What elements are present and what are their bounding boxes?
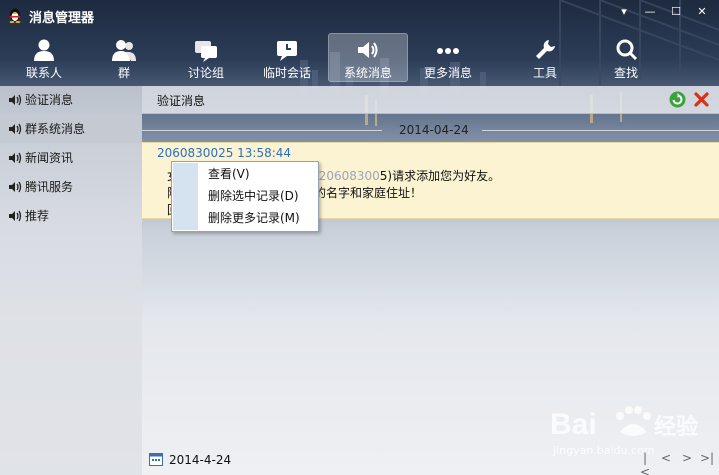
separator-line <box>482 130 719 131</box>
tab-discussion[interactable]: 讨论组 <box>166 33 246 82</box>
date-separator: 2014-04-24 <box>142 123 719 137</box>
toolbar: 联系人 群 讨论组 临时会话 系统消息 更多消息 工具 查找 <box>0 30 719 85</box>
prev-page-button[interactable]: < <box>659 451 673 467</box>
speaker-icon <box>9 181 22 193</box>
tab-more-messages-label: 更多消息 <box>423 66 472 80</box>
sidebar-item-group-system[interactable]: 群系统消息 <box>0 115 142 143</box>
sidebar-item-label: 推荐 <box>25 209 50 223</box>
maximize-button[interactable]: ☐ <box>667 4 685 20</box>
last-page-button[interactable]: >| <box>700 451 714 467</box>
minimize-button[interactable]: — <box>641 4 659 20</box>
tab-contacts[interactable]: 联系人 <box>4 33 84 82</box>
sidebar-item-news[interactable]: 新闻资讯 <box>0 144 142 172</box>
sidebar-item-label: 验证消息 <box>25 93 74 107</box>
sidebar-item-label: 腾讯服务 <box>25 180 74 194</box>
message-manager-window: 消息管理器 ▾ — ☐ ✕ 联系人 群 讨论组 临时会话 系统消息 更多消息 工… <box>0 0 719 475</box>
discussion-icon <box>195 41 217 62</box>
message-header: 2060830025 13:58:44 <box>157 146 292 160</box>
separator-line <box>142 130 382 131</box>
sidebar-item-recommend[interactable]: 推荐 <box>0 202 142 230</box>
wrench-icon <box>536 40 555 59</box>
tab-search[interactable]: 查找 <box>586 33 666 82</box>
refresh-icon[interactable] <box>669 91 686 108</box>
panel-title: 验证消息 <box>157 94 206 108</box>
tab-group[interactable]: 群 <box>84 33 164 82</box>
temp-chat-icon <box>277 41 297 61</box>
sidebar: 验证消息 群系统消息 新闻资讯 腾讯服务 推荐 <box>0 86 142 475</box>
delete-icon[interactable] <box>693 91 710 108</box>
first-page-button[interactable]: |< <box>638 451 652 475</box>
tab-temp-chat[interactable]: 临时会话 <box>247 33 327 82</box>
menu-dropdown-button[interactable]: ▾ <box>615 4 633 20</box>
tab-system-messages-label: 系统消息 <box>343 66 392 80</box>
tab-search-label: 查找 <box>613 66 638 80</box>
calendar-icon[interactable] <box>149 452 163 466</box>
speaker-icon <box>358 42 378 58</box>
sidebar-item-label: 新闻资讯 <box>25 151 74 165</box>
panel-header: 验证消息 <box>142 86 719 114</box>
tab-contacts-label: 联系人 <box>25 66 62 80</box>
tab-group-label: 群 <box>117 66 130 80</box>
window-title: 消息管理器 <box>29 11 95 26</box>
magnifier-icon <box>616 39 638 61</box>
tab-tools[interactable]: 工具 <box>505 33 585 82</box>
menu-item-view[interactable]: 查看(V) <box>208 164 316 184</box>
speaker-icon <box>9 123 22 135</box>
more-icon <box>437 48 459 54</box>
close-button[interactable]: ✕ <box>693 4 711 20</box>
date-separator-text: 2014-04-24 <box>399 123 469 137</box>
svg-text:Bai: Bai <box>550 408 597 441</box>
sidebar-item-tencent-service[interactable]: 腾讯服务 <box>0 173 142 201</box>
contacts-icon <box>34 39 54 61</box>
svg-text:经验: 经验 <box>654 414 698 440</box>
menu-item-delete-selected[interactable]: 删除选中记录(D) <box>208 186 316 206</box>
tab-tools-label: 工具 <box>532 66 557 80</box>
speaker-icon <box>9 210 22 222</box>
next-page-button[interactable]: > <box>680 451 694 467</box>
sidebar-item-label: 群系统消息 <box>25 122 86 136</box>
context-menu: 查看(V) 删除选中记录(D) 删除更多记录(M) <box>171 161 319 232</box>
speaker-icon <box>9 94 22 106</box>
tab-more-messages[interactable]: 更多消息 <box>408 33 488 82</box>
penguin-icon <box>9 8 21 23</box>
message-text: (20608300 <box>314 169 380 183</box>
footer-date[interactable]: 2014-4-24 <box>169 453 231 467</box>
message-text: 的名字和家庭住址！ <box>314 186 423 200</box>
tab-discussion-label: 讨论组 <box>187 66 224 80</box>
menu-gutter <box>173 163 198 230</box>
title-bar: 消息管理器 ▾ — ☐ ✕ <box>0 0 719 30</box>
tab-system-messages[interactable]: 系统消息 <box>328 33 408 82</box>
tab-temp-chat-label: 临时会话 <box>262 66 311 80</box>
group-icon <box>112 40 136 61</box>
speaker-icon <box>9 152 22 164</box>
menu-item-delete-more[interactable]: 删除更多记录(M) <box>208 208 316 228</box>
message-text: 5)请求添加您为好友。 <box>379 169 501 183</box>
sidebar-item-verification[interactable]: 验证消息 <box>0 86 142 114</box>
